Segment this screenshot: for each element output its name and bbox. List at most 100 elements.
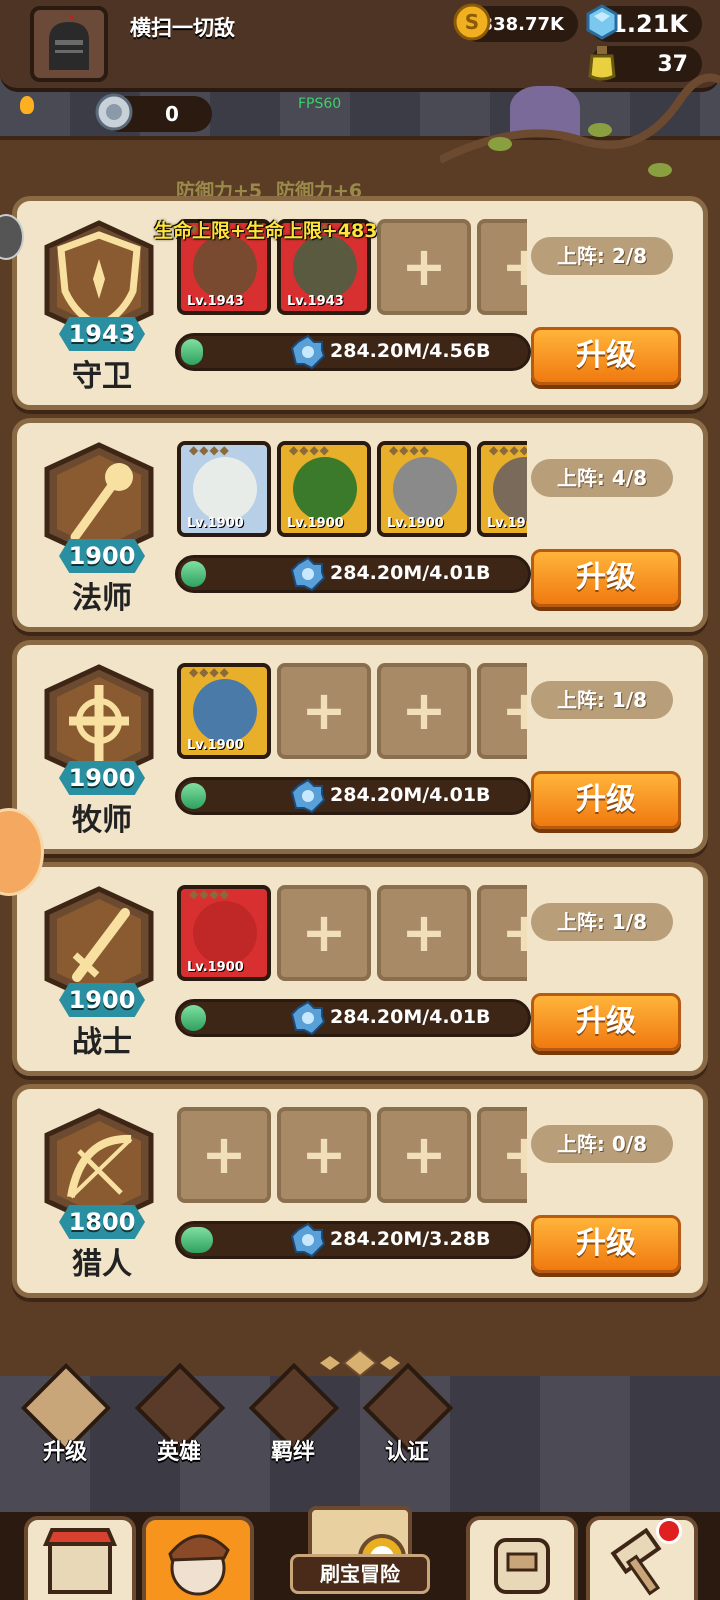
- deploy-count: 上阵: 1/8: [531, 681, 673, 719]
- empty-hero-slot[interactable]: +: [377, 1107, 471, 1203]
- hero-level: Lv.1900: [187, 738, 244, 753]
- hero-level: Lv.19: [487, 516, 526, 531]
- upgrade-button[interactable]: 升级: [531, 993, 681, 1051]
- class-card: 1900 牧师 ◆◆◆◆ Lv.1900 + + + 上阵: 1/8 284.2…: [12, 640, 708, 854]
- star-rating-icon: ◆◆◆◆: [189, 443, 230, 457]
- notification-badge: [656, 1518, 682, 1544]
- hero-slot[interactable]: ◆◆◆◆ Lv.1900: [177, 441, 271, 537]
- class-name: 牧师: [72, 803, 132, 838]
- coin-value: 338.77K: [480, 13, 564, 35]
- progress-text: 284.20M/4.01B: [330, 784, 491, 806]
- empty-hero-slot[interactable]: +: [377, 885, 471, 981]
- hero-slots: + + + +: [177, 1107, 527, 1203]
- plus-icon: +: [301, 901, 347, 964]
- hero-slot[interactable]: ◆◆◆◆ Lv.19: [477, 441, 527, 537]
- deploy-count: 上阵: 2/8: [531, 237, 673, 275]
- tab-0[interactable]: 升级: [10, 1362, 120, 1476]
- hero-portrait-icon: [168, 1534, 230, 1596]
- hero-level: Lv.1900: [187, 960, 244, 975]
- empty-hero-slot[interactable]: +: [277, 1107, 371, 1203]
- class-name: 猎人: [72, 1247, 132, 1282]
- shop-icon: [42, 1528, 118, 1594]
- upgrade-button[interactable]: 升级: [531, 771, 681, 829]
- upgrade-progress-bar: 284.20M/4.01B: [175, 999, 531, 1037]
- tab-1[interactable]: 英雄: [124, 1362, 234, 1476]
- tab-label: 升级: [42, 1440, 87, 1465]
- plus-icon: +: [401, 679, 447, 742]
- class-name: 守卫: [72, 359, 132, 394]
- empty-hero-slot[interactable]: +: [277, 663, 371, 759]
- star-rating-icon: ◆◆◆◆: [189, 887, 230, 901]
- nav-bag-button[interactable]: [466, 1516, 578, 1600]
- gem-icon: [586, 4, 618, 40]
- deploy-count: 上阵: 4/8: [531, 459, 673, 497]
- star-rating-icon: ◆◆◆◆: [289, 443, 330, 457]
- plus-icon: +: [401, 235, 447, 298]
- empty-hero-slot[interactable]: +: [277, 885, 371, 981]
- nav-hero-button[interactable]: [142, 1516, 254, 1600]
- gear-crystal-icon: [290, 334, 326, 370]
- nav-shop-button[interactable]: [24, 1516, 136, 1600]
- class-name: 战士: [72, 1025, 132, 1060]
- hero-portrait-icon: [293, 235, 357, 299]
- hero-slots: ◆◆◆◆ Lv.1900 + + +: [177, 885, 527, 981]
- hero-level: Lv.1900: [287, 516, 344, 531]
- tab-3[interactable]: 认证: [352, 1362, 462, 1476]
- hero-slot[interactable]: ◆◆◆◆ Lv.1900: [177, 663, 271, 759]
- upgrade-button[interactable]: 升级: [531, 549, 681, 607]
- fps-counter: FPS60: [298, 96, 342, 112]
- empty-hero-slot[interactable]: +: [477, 663, 527, 759]
- silver-value: 0: [165, 102, 179, 126]
- hero-level: Lv.1900: [387, 516, 444, 531]
- empty-hero-slot[interactable]: +: [477, 1107, 527, 1203]
- divider-ornament-icon: [320, 1348, 400, 1378]
- silver-counter[interactable]: 0: [95, 93, 212, 132]
- hero-slot[interactable]: ◆◆◆◆ Lv.1900: [177, 885, 271, 981]
- class-level-badge: 1900: [59, 761, 145, 795]
- upgrade-button[interactable]: 升级: [531, 1215, 681, 1273]
- progress-text: 284.20M/4.56B: [330, 340, 491, 362]
- class-level-badge: 1943: [59, 317, 145, 351]
- gem-counter[interactable]: 1.21K: [586, 4, 702, 42]
- deploy-count: 上阵: 0/8: [531, 1125, 673, 1163]
- upgrade-progress-bar: 284.20M/3.28B: [175, 1221, 531, 1259]
- upgrade-progress-bar: 284.20M/4.01B: [175, 777, 531, 815]
- hero-portrait-icon: [193, 235, 257, 299]
- deploy-count: 上阵: 1/8: [531, 903, 673, 941]
- gear-crystal-icon: [290, 1222, 326, 1258]
- plus-icon: +: [201, 1123, 247, 1186]
- plus-icon: +: [501, 1123, 527, 1186]
- plus-icon: +: [501, 235, 527, 298]
- player-avatar[interactable]: [30, 6, 108, 82]
- vine-decoration-icon: [440, 73, 720, 177]
- plus-icon: +: [301, 1123, 347, 1186]
- empty-hero-slot[interactable]: +: [477, 219, 527, 315]
- hero-portrait-icon: [293, 457, 357, 521]
- progress-text: 284.20M/4.01B: [330, 562, 491, 584]
- empty-hero-slot[interactable]: +: [377, 219, 471, 315]
- star-rating-icon: ◆◆◆◆: [389, 443, 430, 457]
- treasure-adventure-label[interactable]: 刷宝冒险: [290, 1554, 430, 1594]
- empty-hero-slot[interactable]: +: [177, 1107, 271, 1203]
- upgrade-button[interactable]: 升级: [531, 327, 681, 385]
- upgrade-progress-bar: 284.20M/4.01B: [175, 555, 531, 593]
- empty-hero-slot[interactable]: +: [477, 885, 527, 981]
- hero-portrait-icon: [393, 457, 457, 521]
- gear-crystal-icon: [290, 778, 326, 814]
- tab-label: 认证: [384, 1440, 429, 1465]
- tab-2[interactable]: 羁绊: [238, 1362, 348, 1476]
- class-name: 法师: [72, 581, 132, 616]
- empty-hero-slot[interactable]: +: [377, 663, 471, 759]
- coin-icon: S: [453, 3, 491, 41]
- star-rating-icon: ◆◆◆◆: [489, 443, 527, 457]
- progress-text: 284.20M/3.28B: [330, 1228, 491, 1250]
- backpack-icon: [494, 1538, 550, 1594]
- plus-icon: +: [501, 679, 527, 742]
- tab-label: 英雄: [156, 1440, 201, 1465]
- gear-crystal-icon: [290, 1000, 326, 1036]
- hero-slot[interactable]: ◆◆◆◆ Lv.1900: [277, 441, 371, 537]
- coin-counter[interactable]: S 338.77K: [453, 3, 578, 42]
- hero-slot[interactable]: ◆◆◆◆ Lv.1900: [377, 441, 471, 537]
- torch-icon: [20, 96, 34, 114]
- progress-fill: [181, 1005, 206, 1031]
